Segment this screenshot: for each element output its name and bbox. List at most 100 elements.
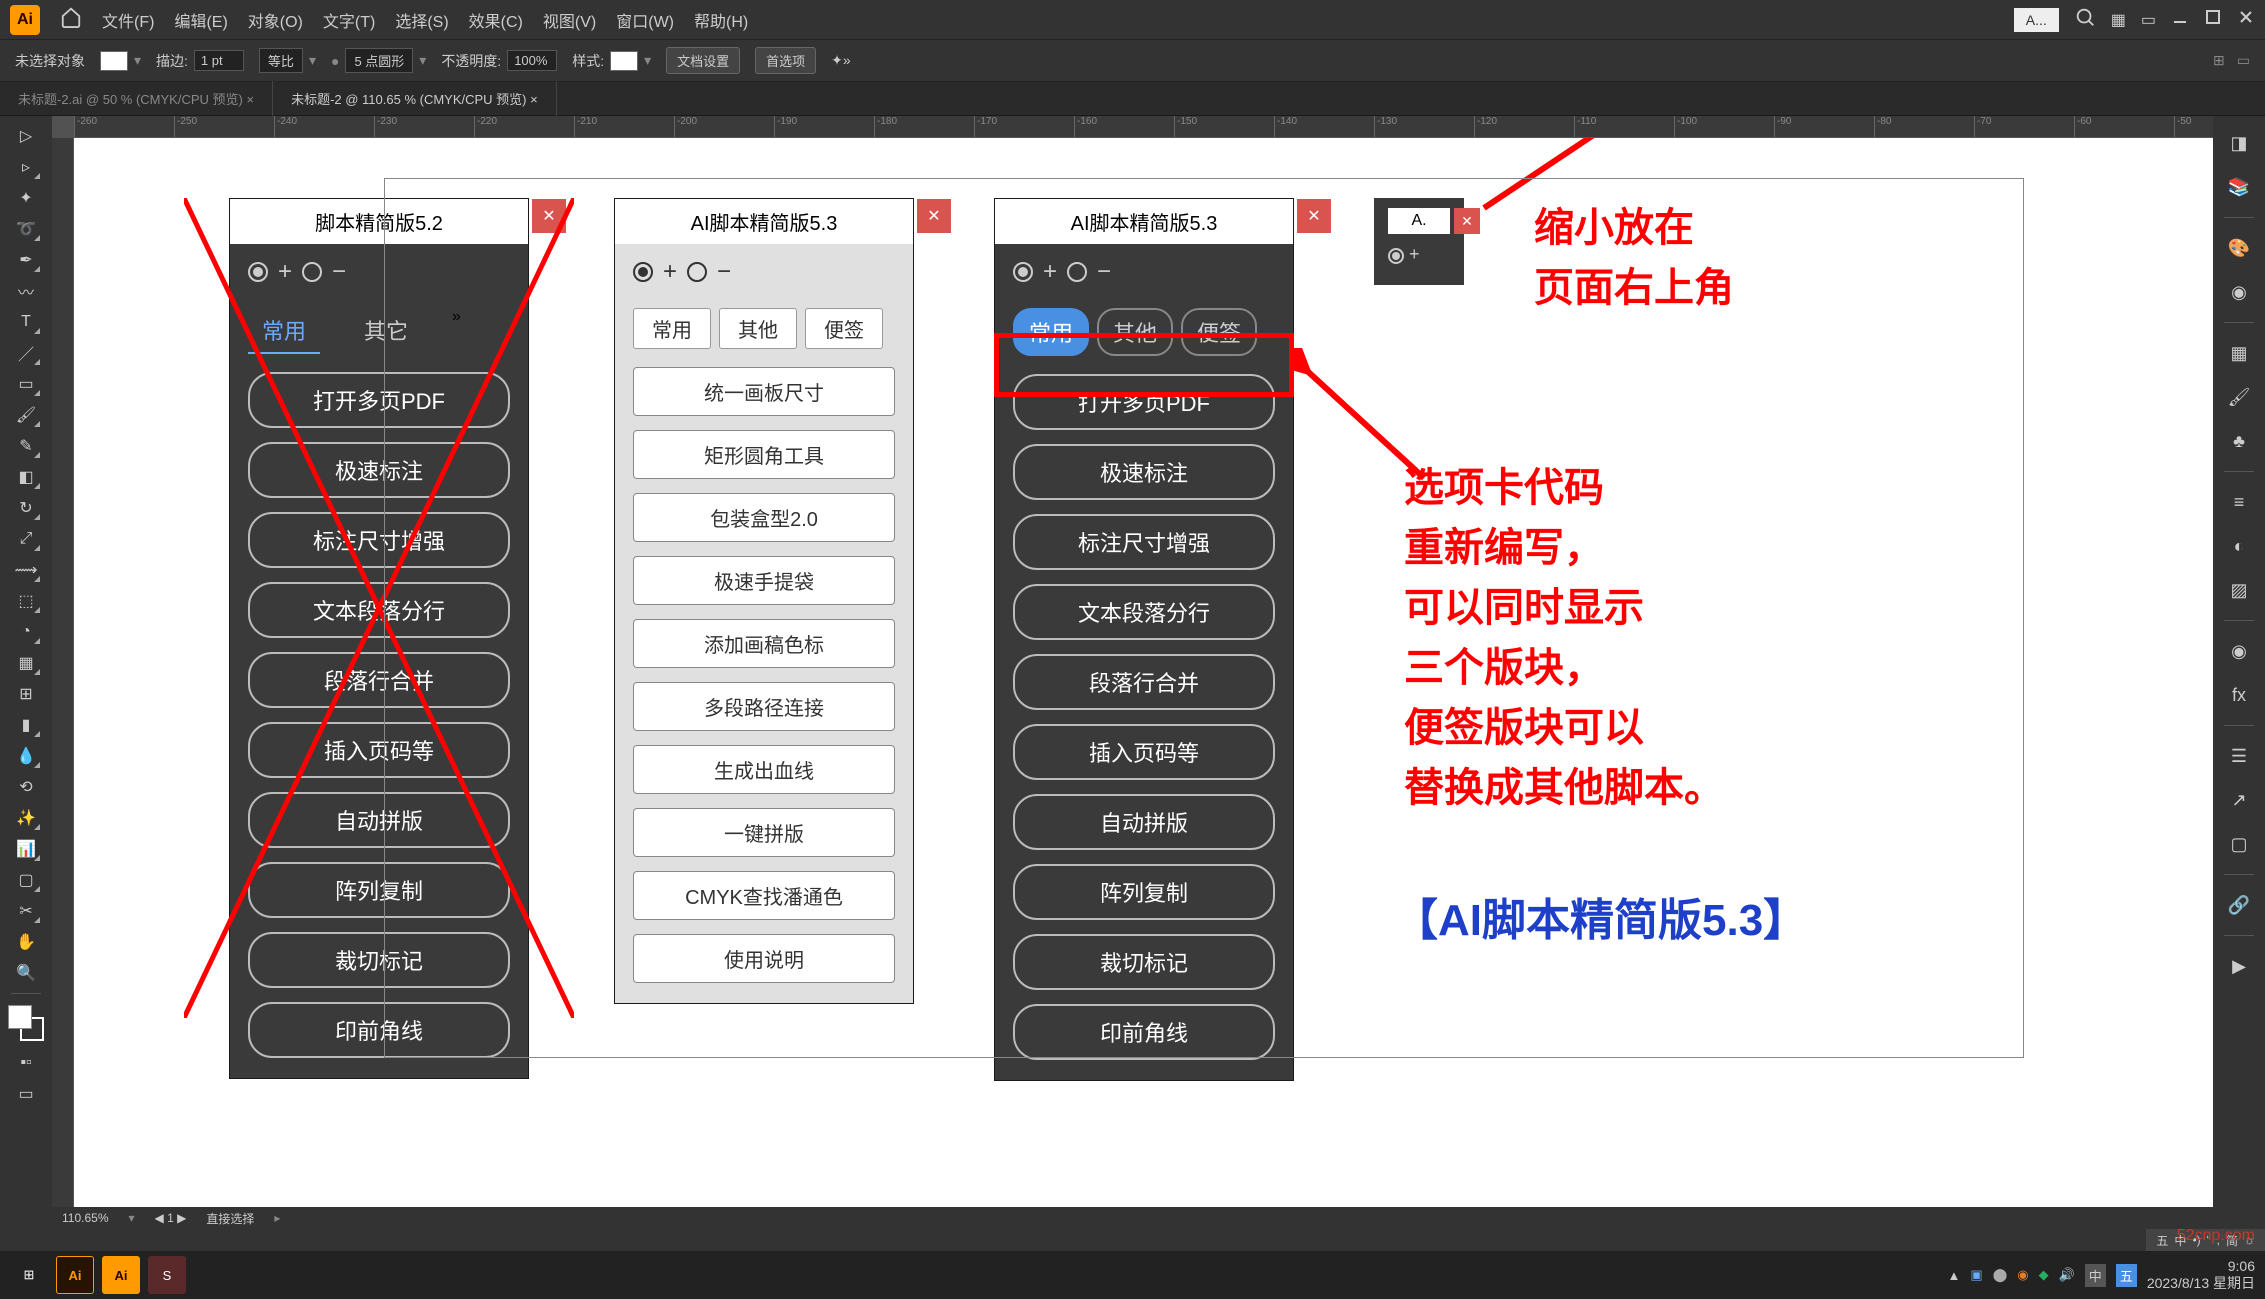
script-button[interactable]: 阵列复制 <box>248 862 510 918</box>
search-icon[interactable] <box>2074 6 2096 33</box>
magic-wand-tool[interactable]: ✦ <box>10 184 42 212</box>
color-guide-icon[interactable]: ◉ <box>2222 275 2256 309</box>
align-icon[interactable]: ⊞ <box>2213 52 2225 69</box>
taskbar-app-icon[interactable]: S <box>148 1256 186 1294</box>
symbol-sprayer-tool[interactable]: ✨ <box>10 804 42 832</box>
script-button[interactable]: CMYK查找潘通色 <box>633 871 895 920</box>
rectangle-tool[interactable]: ▭ <box>10 370 42 398</box>
script-button[interactable]: 标注尺寸增强 <box>248 512 510 568</box>
radio-unchecked[interactable] <box>687 262 707 282</box>
script-button[interactable]: 极速标注 <box>1013 444 1275 500</box>
appearance-icon[interactable]: ◉ <box>2222 634 2256 668</box>
script-button[interactable]: 矩形圆角工具 <box>633 430 895 479</box>
fill-stroke-control[interactable] <box>8 1005 44 1041</box>
menu-view[interactable]: 视图(V) <box>543 8 596 32</box>
tray-icon[interactable]: ▲ <box>1948 1268 1961 1283</box>
menu-object[interactable]: 对象(O) <box>248 8 303 32</box>
prefs-button[interactable]: 首选项 <box>755 47 816 74</box>
links-icon[interactable]: 🔗 <box>2222 888 2256 922</box>
rotate-tool[interactable]: ↻ <box>10 494 42 522</box>
radio-checked[interactable] <box>633 262 653 282</box>
script-button[interactable]: 多段路径连接 <box>633 682 895 731</box>
layers-icon[interactable]: ☰ <box>2222 739 2256 773</box>
eraser-tool[interactable]: ◧ <box>10 463 42 491</box>
tab-notes[interactable]: 便签 <box>805 308 883 349</box>
libraries-icon[interactable]: 📚 <box>2222 170 2256 204</box>
stroke-icon[interactable]: ≡ <box>2222 485 2256 519</box>
tray-icon[interactable]: ⬤ <box>1993 1267 2008 1283</box>
tab-common[interactable]: 常用 <box>248 308 320 354</box>
close-icon[interactable]: ✕ <box>532 199 566 233</box>
clock[interactable]: 9:06 2023/8/13 星期日 <box>2147 1258 2255 1292</box>
close-icon[interactable]: × <box>530 92 538 107</box>
maximize-button[interactable] <box>2204 8 2222 31</box>
script-button[interactable]: 自动拼版 <box>1013 794 1275 850</box>
fill-swatch[interactable] <box>100 51 128 71</box>
style-swatch[interactable] <box>610 51 638 71</box>
radio-checked[interactable] <box>1388 248 1404 264</box>
snap-icon[interactable]: ▭ <box>2237 52 2250 69</box>
color-icon[interactable]: 🎨 <box>2222 231 2256 265</box>
menu-type[interactable]: 文字(T) <box>323 8 375 32</box>
properties-icon[interactable]: ◨ <box>2222 126 2256 160</box>
radio-checked[interactable] <box>248 262 268 282</box>
script-button[interactable]: 打开多页PDF <box>248 372 510 428</box>
gradient-icon[interactable]: ◐ <box>2222 529 2256 563</box>
width-tool[interactable]: ⟿ <box>10 556 42 584</box>
type-tool[interactable]: T <box>10 308 42 336</box>
symbols-icon[interactable]: ♣ <box>2222 424 2256 458</box>
chevron-icon[interactable]: » <box>452 308 461 354</box>
zoom-level[interactable]: 110.65% <box>62 1211 108 1225</box>
ime-item[interactable]: 五 <box>2156 1232 2168 1249</box>
mini-panel-docked[interactable]: A... <box>2014 8 2059 32</box>
zoom-tool[interactable]: 🔍 <box>10 959 42 987</box>
script-button[interactable]: 生成出血线 <box>633 745 895 794</box>
script-button[interactable]: 文本段落分行 <box>248 582 510 638</box>
script-button[interactable]: 统一画板尺寸 <box>633 367 895 416</box>
paintbrush-tool[interactable]: 🖌 <box>10 401 42 429</box>
menu-help[interactable]: 帮助(H) <box>694 8 748 32</box>
radio-checked[interactable] <box>1013 262 1033 282</box>
menu-effect[interactable]: 效果(C) <box>469 8 523 32</box>
menu-file[interactable]: 文件(F) <box>102 8 154 32</box>
tray-icon[interactable]: ▣ <box>1970 1267 1982 1283</box>
hand-tool[interactable]: ✋ <box>10 928 42 956</box>
workspace-icon[interactable]: ▭ <box>2141 10 2156 30</box>
taskbar-ai-icon[interactable]: Ai <box>56 1256 94 1294</box>
home-icon[interactable] <box>60 6 82 33</box>
doc-tab-1[interactable]: 未标题-2.ai @ 50 % (CMYK/CPU 预览) × <box>0 81 273 116</box>
line-tool[interactable]: ／ <box>10 339 42 367</box>
free-transform-tool[interactable]: ⬚ <box>10 587 42 615</box>
brushes-icon[interactable]: 🖌 <box>2222 380 2256 414</box>
close-icon[interactable]: × <box>246 92 254 107</box>
script-button[interactable]: 插入页码等 <box>248 722 510 778</box>
curvature-tool[interactable]: 〰 <box>10 277 42 305</box>
script-button[interactable]: 印前角线 <box>1013 1004 1275 1060</box>
tray-ime-icon[interactable]: 中 <box>2085 1264 2106 1287</box>
tray-icon[interactable]: ◉ <box>2017 1267 2028 1283</box>
arrange-docs-icon[interactable]: ▦ <box>2111 10 2126 30</box>
script-button[interactable]: 添加画稿色标 <box>633 619 895 668</box>
shaper-tool[interactable]: ✎ <box>10 432 42 460</box>
perspective-tool[interactable]: ▦ <box>10 649 42 677</box>
scale-tool[interactable]: ⤢ <box>10 525 42 553</box>
script-button[interactable]: 自动拼版 <box>248 792 510 848</box>
slice-tool[interactable]: ✂ <box>10 897 42 925</box>
script-button[interactable]: 使用说明 <box>633 934 895 983</box>
start-button[interactable]: ⊞ <box>10 1256 48 1294</box>
tray-volume-icon[interactable]: 🔊 <box>2059 1267 2075 1283</box>
script-button[interactable]: 裁切标记 <box>1013 934 1275 990</box>
pin-icon[interactable]: ✦» <box>831 52 851 69</box>
swatches-icon[interactable]: ▦ <box>2222 336 2256 370</box>
menu-window[interactable]: 窗口(W) <box>616 8 674 32</box>
shape-builder-tool[interactable]: ◔ <box>10 618 42 646</box>
script-button[interactable]: 插入页码等 <box>1013 724 1275 780</box>
script-button[interactable]: 一键拼版 <box>633 808 895 857</box>
menu-edit[interactable]: 编辑(E) <box>174 8 227 32</box>
minimize-button[interactable] <box>2171 8 2189 31</box>
doc-tab-2[interactable]: 未标题-2 @ 110.65 % (CMYK/CPU 预览) × <box>273 81 557 116</box>
direct-selection-tool[interactable]: ▹ <box>10 153 42 181</box>
uniform-select[interactable]: 等比 <box>259 48 303 73</box>
graph-tool[interactable]: 📊 <box>10 835 42 863</box>
lasso-tool[interactable]: ➰ <box>10 215 42 243</box>
